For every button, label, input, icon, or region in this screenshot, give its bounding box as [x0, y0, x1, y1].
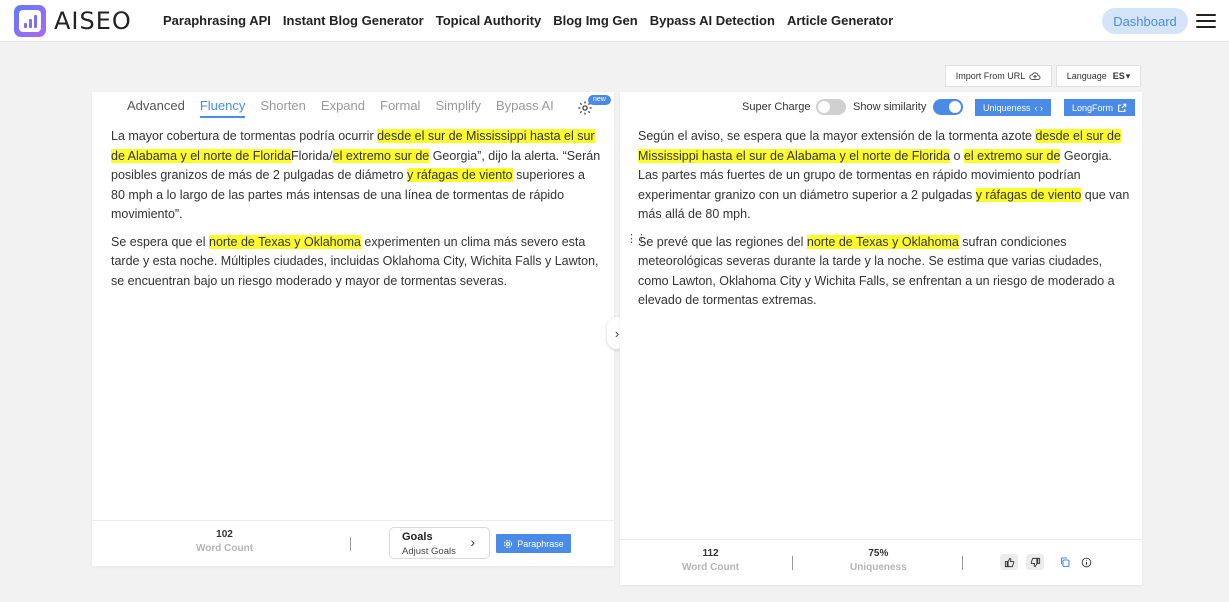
nav-instant-blog-generator[interactable]: Instant Blog Generator	[283, 13, 424, 28]
tab-formal[interactable]: Formal	[380, 98, 420, 118]
input-text-area[interactable]: La mayor cobertura de tormentas podría o…	[111, 127, 601, 299]
longform-button-label: LongForm	[1071, 102, 1114, 113]
output-footer: 112 Word Count 75% Uniqueness	[620, 539, 1142, 585]
super-charge-toggle[interactable]	[816, 99, 846, 115]
nav-bypass-ai-detection[interactable]: Bypass AI Detection	[650, 13, 775, 28]
top-header: AISEO Paraphrasing API Instant Blog Gene…	[0, 0, 1229, 42]
tab-shorten[interactable]: Shorten	[260, 98, 306, 118]
output-paragraph-2: Se prevé que las regiones del norte de T…	[638, 234, 1115, 307]
output-panel: Super Charge Show similarity Uniqueness …	[620, 92, 1142, 585]
uniqueness-label: Uniqueness	[850, 562, 907, 573]
input-word-count-label: Word Count	[196, 543, 254, 554]
nav-topical-authority[interactable]: Topical Authority	[436, 13, 541, 28]
tab-advanced[interactable]: Advanced	[127, 98, 185, 118]
show-similarity-label: Show similarity	[853, 101, 927, 113]
output-word-count: 112	[702, 548, 719, 559]
logo-text: AISEO	[54, 7, 132, 35]
main-nav: Paraphrasing API Instant Blog Generator …	[163, 13, 893, 28]
tab-expand[interactable]: Expand	[321, 98, 365, 118]
show-similarity-toggle[interactable]	[933, 99, 963, 115]
tab-simplify[interactable]: Simplify	[435, 98, 481, 118]
external-link-icon	[1118, 103, 1127, 112]
language-value: ES	[1112, 71, 1125, 81]
uniqueness-value: 75%	[868, 548, 889, 559]
tab-bypass-ai[interactable]: Bypass AI	[496, 98, 554, 118]
logo-icon	[14, 5, 46, 37]
import-from-url-button[interactable]: Import From URL	[945, 65, 1052, 87]
thumbs-up-icon[interactable]	[1000, 554, 1018, 570]
cloud-upload-icon	[1029, 72, 1041, 80]
uniqueness-button-label: Uniqueness	[982, 102, 1031, 113]
input-paragraph-2: Se espera que el norte de Texas y Oklaho…	[111, 234, 599, 288]
super-charge-label: Super Charge	[742, 101, 811, 113]
chevron-right-icon: ›	[470, 534, 475, 550]
logo[interactable]: AISEO	[14, 5, 132, 37]
input-word-count: 102	[216, 529, 233, 540]
output-paragraph-1: Según el aviso, se espera que la mayor e…	[638, 129, 1130, 221]
info-icon[interactable]	[1077, 554, 1095, 570]
input-panel: Advanced Fluency Shorten Expand Formal S…	[92, 92, 614, 566]
mode-tabs: Advanced Fluency Shorten Expand Formal S…	[127, 98, 554, 118]
paraphrase-button[interactable]: Paraphrase	[496, 534, 571, 553]
nav-paraphrasing-api[interactable]: Paraphrasing API	[163, 13, 271, 28]
hamburger-menu-icon[interactable]	[1196, 14, 1216, 28]
output-word-count-label: Word Count	[682, 562, 740, 573]
footer-divider	[792, 556, 793, 570]
input-footer: 102 Word Count Goals Adjust Goals › Para…	[92, 520, 614, 566]
footer-divider	[962, 556, 963, 570]
caret-down-icon: ▾	[1125, 70, 1131, 81]
chevron-left-right-icon: ‹ ›	[1034, 102, 1044, 113]
output-text-area[interactable]: Según el aviso, se espera que la mayor e…	[638, 127, 1130, 319]
goals-subtitle: Adjust Goals	[402, 546, 456, 557]
language-label: Language	[1066, 71, 1107, 81]
output-word-count-stat: 112 Word Count	[682, 548, 739, 573]
chevron-right-icon: ›	[614, 325, 620, 341]
goals-title: Goals	[402, 531, 433, 543]
dashboard-button[interactable]: Dashboard	[1102, 8, 1188, 34]
import-label: Import From URL	[955, 71, 1026, 81]
new-badge: new	[588, 95, 611, 105]
gear-icon	[504, 539, 513, 548]
drag-handle-icon[interactable]: ⋮⋮	[626, 234, 647, 245]
nav-article-generator[interactable]: Article Generator	[787, 13, 893, 28]
input-word-count-stat: 102 Word Count	[196, 529, 253, 554]
paraphrase-label: Paraphrase	[517, 538, 564, 549]
language-selector[interactable]: Language ES ▾	[1056, 65, 1141, 87]
longform-button[interactable]: LongForm	[1064, 99, 1135, 116]
copy-icon[interactable]	[1056, 554, 1074, 570]
uniqueness-stat: 75% Uniqueness	[850, 548, 907, 573]
footer-divider	[350, 537, 351, 551]
thumbs-down-icon[interactable]	[1026, 554, 1044, 570]
tab-fluency[interactable]: Fluency	[199, 98, 246, 118]
uniqueness-button[interactable]: Uniqueness ‹ ›	[975, 99, 1051, 116]
goals-button[interactable]: Goals Adjust Goals ›	[389, 527, 490, 559]
nav-blog-img-gen[interactable]: Blog Img Gen	[553, 13, 638, 28]
input-paragraph-1: La mayor cobertura de tormentas podría o…	[111, 129, 601, 221]
